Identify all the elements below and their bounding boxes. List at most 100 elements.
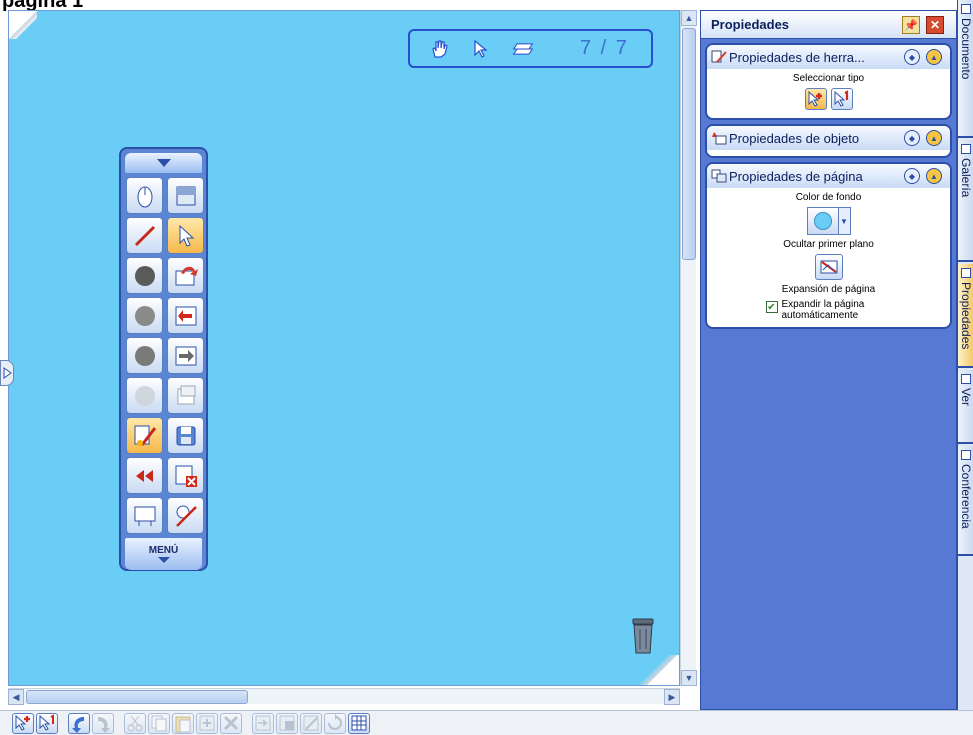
section-arrows-icon[interactable]: ◆ <box>904 130 920 146</box>
rewind-button[interactable] <box>126 457 163 494</box>
hide-foreground-icon <box>820 260 837 274</box>
redo-button[interactable] <box>92 712 114 734</box>
page-curl-top-left[interactable] <box>9 11 37 39</box>
auto-expand-label: Expandir la página automáticamente <box>781 299 865 321</box>
trash-icon[interactable] <box>629 617 657 655</box>
tab-propiedades[interactable]: Propiedades <box>958 264 973 368</box>
scroll-left-button[interactable]: ◀ <box>8 689 24 705</box>
bg-color-label: Color de fondo <box>795 192 862 203</box>
side-tabs: Documento Galería Propiedades Ver Confer… <box>957 0 973 710</box>
grid-button[interactable] <box>348 712 370 734</box>
section-toggle-icon[interactable]: ▲ <box>926 130 942 146</box>
page-expansion-label: Expansión de página <box>781 284 876 295</box>
delete-icon <box>223 715 239 731</box>
blank-page-icon <box>177 385 195 404</box>
vertical-scroll-thumb[interactable] <box>682 28 696 260</box>
whiteboard-button[interactable] <box>126 497 163 534</box>
auto-expand-checkbox[interactable]: ✔ <box>765 301 778 313</box>
vertical-scrollbar[interactable]: ▲ ▼ <box>680 10 697 686</box>
number-select-button[interactable] <box>36 712 58 734</box>
bg-color-swatch[interactable] <box>806 207 839 235</box>
copy-button[interactable] <box>148 712 170 734</box>
next-page-button[interactable] <box>167 337 204 374</box>
add-select-button[interactable] <box>12 712 34 734</box>
undo-icon <box>72 717 84 733</box>
tab-label: Galería <box>959 158 973 198</box>
blank-page-button[interactable] <box>167 377 204 414</box>
delete-button[interactable] <box>220 712 242 734</box>
tab-documento[interactable]: Documento <box>958 0 973 138</box>
expand-left-button[interactable] <box>0 360 14 386</box>
light-circle-button[interactable] <box>126 377 163 414</box>
tab-ver[interactable]: Ver <box>958 370 973 444</box>
scroll-up-button[interactable]: ▲ <box>681 10 697 26</box>
hide-foreground-button[interactable] <box>814 254 843 280</box>
pin-icon[interactable]: 📌 <box>902 16 920 34</box>
tool-props-icon <box>711 50 727 63</box>
auto-expand-option[interactable]: ✔ Expandir la página automáticamente <box>765 299 892 321</box>
section-toggle-icon[interactable]: ▲ <box>926 168 942 184</box>
triangle-down-icon <box>156 159 171 167</box>
gray-circle-button[interactable] <box>126 297 163 334</box>
page-properties-section: Propiedades de página ◆ ▲ Color de fondo… <box>705 162 952 329</box>
menu-label: MENÚ <box>148 544 179 556</box>
section-arrows-icon[interactable]: ◆ <box>904 49 920 65</box>
select-type-label: Seleccionar tipo <box>792 73 865 84</box>
pointer-icon[interactable] <box>470 38 492 60</box>
pen-icon <box>134 225 155 246</box>
gray-circle-2-button[interactable] <box>126 337 163 374</box>
import-button[interactable] <box>167 257 204 294</box>
page-curl-bottom-right[interactable] <box>639 655 679 685</box>
bg-color-picker[interactable]: ▼ <box>806 207 851 235</box>
pen-button[interactable] <box>126 217 163 254</box>
hide-foreground-label: Ocultar primer plano <box>783 239 874 250</box>
save-button[interactable] <box>167 417 204 454</box>
page-properties-header[interactable]: Propiedades de página ◆ ▲ <box>707 164 950 188</box>
toolbar-collapse-button[interactable] <box>125 153 202 173</box>
tool-properties-header[interactable]: Propiedades de herra... ◆ ▲ <box>707 45 950 69</box>
dark-circle-button[interactable] <box>126 257 163 294</box>
mouse-button[interactable] <box>126 177 163 214</box>
bring-front-button[interactable] <box>276 712 298 734</box>
undo-button[interactable] <box>68 712 90 734</box>
screen-shade-button[interactable] <box>167 177 204 214</box>
number-select-icon <box>834 90 848 107</box>
conference-icon <box>961 450 971 460</box>
redo-icon <box>98 717 110 733</box>
tab-conferencia[interactable]: Conferencia <box>958 446 973 556</box>
delete-page-button[interactable] <box>167 457 204 494</box>
properties-panel-header: Propiedades 📌 ✕ <box>701 11 956 39</box>
rotate-button[interactable] <box>324 712 346 734</box>
scroll-down-button[interactable]: ▼ <box>681 670 697 686</box>
paste-button[interactable] <box>172 712 194 734</box>
document-icon <box>961 4 971 14</box>
number-select-button[interactable] <box>830 88 853 110</box>
object-properties-title: Propiedades de objeto <box>729 130 860 146</box>
add-select-button[interactable] <box>804 88 827 110</box>
send-back-button[interactable] <box>252 712 274 734</box>
section-toggle-icon[interactable]: ▲ <box>926 49 942 65</box>
menu-button[interactable]: MENÚ <box>125 538 202 570</box>
select-arrow-button[interactable] <box>167 217 204 254</box>
chevron-down-icon[interactable]: ▼ <box>838 207 851 235</box>
previous-page-button[interactable] <box>167 297 204 334</box>
edit-button[interactable] <box>300 712 322 734</box>
cut-button[interactable] <box>124 712 146 734</box>
object-properties-header[interactable]: Propiedades de objeto ◆ ▲ <box>707 126 950 150</box>
section-arrows-icon[interactable]: ◆ <box>904 168 920 184</box>
tool-properties-body: Seleccionar tipo <box>707 69 950 118</box>
line-tool-button[interactable] <box>167 497 204 534</box>
delete-page-icon <box>175 465 197 487</box>
horizontal-scroll-thumb[interactable] <box>26 690 248 704</box>
scroll-right-button[interactable]: ▶ <box>664 689 680 705</box>
clone-button[interactable] <box>196 712 218 734</box>
close-icon[interactable]: ✕ <box>926 16 944 34</box>
page-stack-icon[interactable] <box>512 38 534 60</box>
horizontal-scrollbar[interactable]: ◀ ▶ <box>8 688 680 705</box>
tab-galeria[interactable]: Galería <box>958 140 973 262</box>
properties-button[interactable] <box>126 417 163 454</box>
whiteboard-canvas[interactable]: 7 / 7 MENÚ <box>8 10 680 686</box>
object-props-icon <box>712 132 727 145</box>
add-select-icon <box>15 714 30 731</box>
hand-icon[interactable] <box>428 38 450 60</box>
